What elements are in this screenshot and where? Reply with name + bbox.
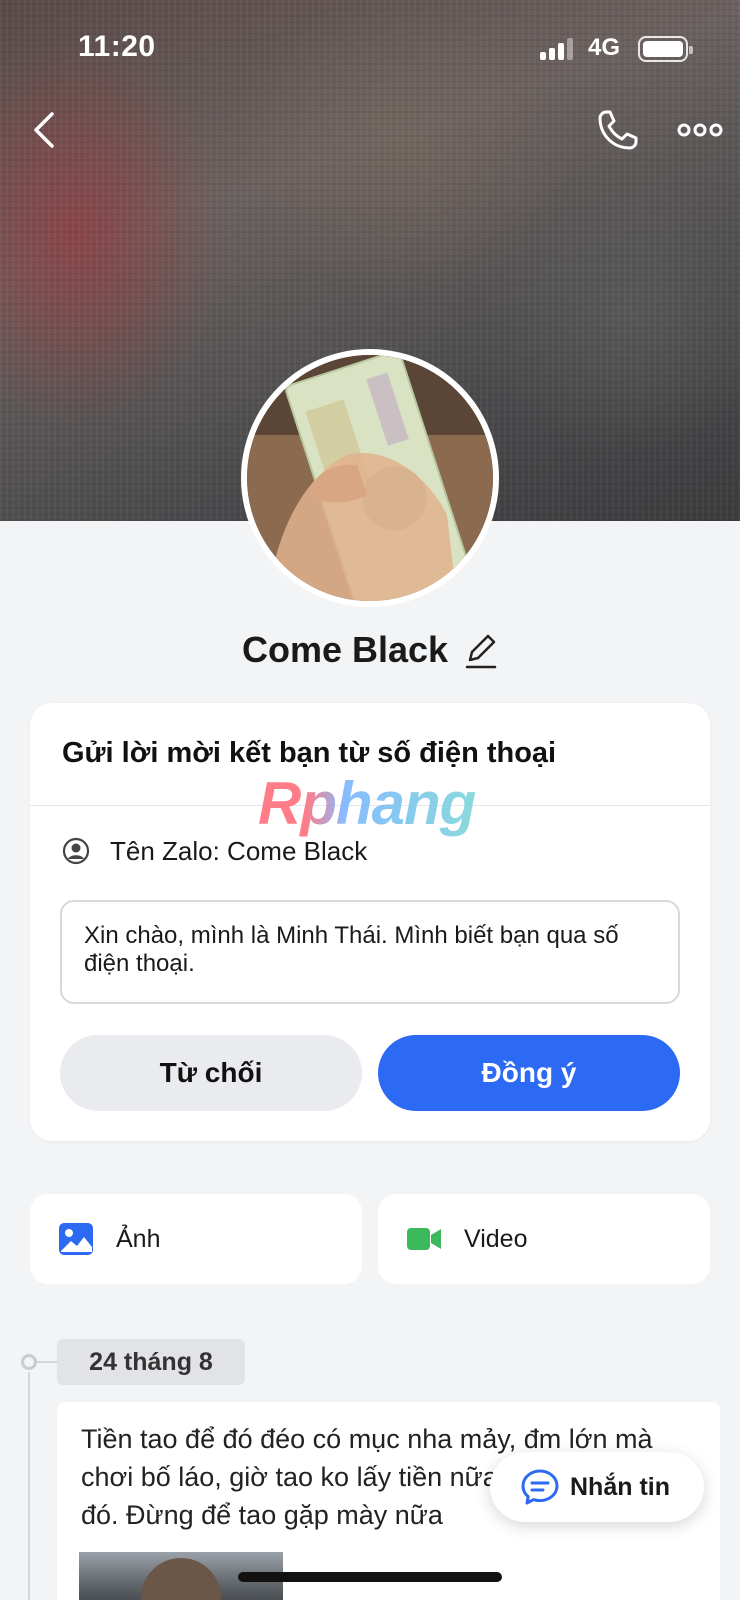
signal-icon [540, 38, 576, 60]
status-bar: 11:20 4G [0, 0, 740, 96]
image-icon [59, 1223, 93, 1255]
message-button-label: Nhắn tin [570, 1472, 670, 1501]
accept-button[interactable]: Đồng ý [378, 1035, 680, 1111]
timeline-connector [37, 1361, 57, 1363]
friend-request-card: Gửi lời mời kết bạn từ số điện thoại Rph… [30, 703, 710, 1141]
request-message-field[interactable]: Xin chào, mình là Minh Thái. Mình biết b… [60, 900, 680, 1004]
videos-tile[interactable]: Video [378, 1194, 710, 1284]
phone-icon [598, 110, 638, 150]
video-camera-icon [407, 1228, 441, 1250]
back-icon [34, 112, 54, 148]
decline-button[interactable]: Từ chối [60, 1035, 362, 1111]
friend-request-title: Gửi lời mời kết bạn từ số điện thoại [62, 737, 557, 769]
message-button[interactable]: Nhắn tin [490, 1452, 704, 1522]
watermark-logo: Rphang [258, 770, 476, 837]
zalo-name-row: Tên Zalo: Come Black [62, 833, 367, 869]
edit-icon[interactable] [464, 630, 498, 670]
chat-bubble-icon [521, 1469, 559, 1505]
network-type: 4G [588, 34, 621, 61]
profile-name: Come Black [241, 629, 449, 670]
call-button[interactable] [594, 106, 642, 154]
user-circle-icon [62, 837, 90, 865]
avatar[interactable] [241, 349, 499, 607]
zalo-name: Tên Zalo: Come Black [110, 835, 368, 866]
profile-name-row: Come Black [0, 622, 740, 678]
avatar-image [247, 355, 493, 601]
more-icon [677, 123, 723, 137]
timeline-dot [21, 1354, 37, 1370]
more-button[interactable] [676, 110, 724, 150]
videos-label: Video [464, 1224, 528, 1253]
home-indicator[interactable] [238, 1572, 502, 1582]
battery-icon [638, 36, 693, 62]
photos-label: Ảnh [116, 1224, 161, 1253]
status-time: 11:20 [78, 30, 156, 63]
timeline-date: 24 tháng 8 [57, 1339, 245, 1385]
photos-tile[interactable]: Ảnh [30, 1194, 362, 1284]
timeline-line [28, 1372, 30, 1600]
back-button[interactable] [26, 106, 66, 154]
